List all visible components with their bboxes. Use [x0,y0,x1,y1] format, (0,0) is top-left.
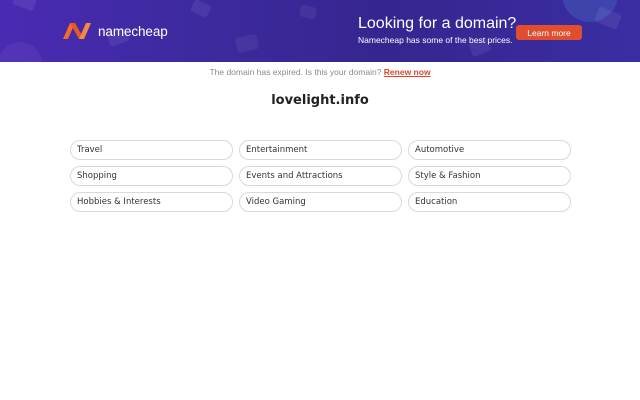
category-style-and-fashion[interactable]: Style & Fashion [408,166,571,186]
domain-name: lovelight.info [271,93,369,108]
namecheap-logo[interactable]: namecheap [61,21,168,41]
category-events-and-attractions[interactable]: Events and Attractions [239,166,402,186]
category-education[interactable]: Education [408,192,571,212]
category-travel[interactable]: Travel [70,140,233,160]
promo-banner: namecheap Looking for a domain? Namechea… [0,0,640,62]
logo-wordmark: namecheap [98,23,168,39]
category-grid: Travel Entertainment Automotive Shopping… [70,140,571,212]
renew-now-link[interactable]: Renew now [384,67,431,77]
expired-notice-text: The domain has expired. Is this your dom… [209,67,382,77]
promo-title: Looking for a domain? [358,15,517,32]
expired-notice: The domain has expired. Is this your dom… [0,67,640,77]
category-shopping[interactable]: Shopping [70,166,233,186]
namecheap-n-icon [63,23,91,39]
category-video-gaming[interactable]: Video Gaming [239,192,402,212]
category-automotive[interactable]: Automotive [408,140,571,160]
category-entertainment[interactable]: Entertainment [239,140,402,160]
category-hobbies-and-interests[interactable]: Hobbies & Interests [70,192,233,212]
learn-more-button[interactable]: Learn more [516,25,582,40]
promo-subtitle: Namecheap has some of the best prices. [358,35,513,45]
